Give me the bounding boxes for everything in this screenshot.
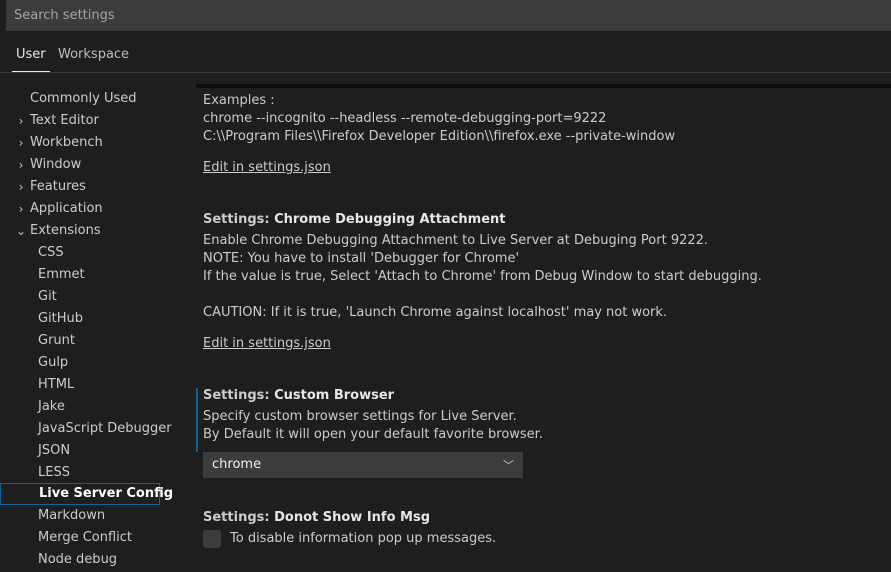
toc-item-label: Workbench xyxy=(30,135,103,150)
toc-item-gulp[interactable]: Gulp xyxy=(0,352,170,374)
toc-item-label: Git xyxy=(38,289,57,304)
setting-title: Settings: Chrome Debugging Attachment xyxy=(203,212,506,227)
toc-item-label: Window xyxy=(30,157,82,172)
toc-item-label: Jake xyxy=(38,399,65,414)
toc-item-label: LESS xyxy=(38,465,70,480)
toc-item-javascript-debugger[interactable]: JavaScript Debugger xyxy=(0,418,172,440)
toc-item-label: Grunt xyxy=(38,333,75,348)
toc-item-label: Emmet xyxy=(38,267,85,282)
toc-item-emmet[interactable]: Emmet xyxy=(0,264,170,286)
toc-item-label: Text Editor xyxy=(30,113,99,128)
checkbox-label: To disable information pop up messages. xyxy=(230,531,497,546)
chevron-right-icon: › xyxy=(18,158,24,172)
toc-item-html[interactable]: HTML xyxy=(0,374,170,396)
setting-title: Settings: Donot Show Info Msg xyxy=(203,510,430,525)
toc-item-label: Markdown xyxy=(38,508,106,523)
toc-item-application[interactable]: › Application xyxy=(0,198,170,220)
toc-item-label: Live Server Config xyxy=(39,486,174,501)
toc-item-label: GitHub xyxy=(38,311,84,326)
settings-tabs: User Workspace xyxy=(0,31,891,73)
chevron-right-icon: › xyxy=(18,180,24,194)
toc-item-markdown[interactable]: Markdown xyxy=(0,505,170,527)
focused-setting-indicator xyxy=(196,388,198,452)
setting-category: Settings: xyxy=(203,212,275,227)
toc-item-live-server-config[interactable]: Live Server Config xyxy=(0,483,173,505)
setting-name: Chrome Debugging Attachment xyxy=(274,212,506,227)
toc-item-label: HTML xyxy=(38,377,75,392)
example-text: chrome --incognito --headless --remote-d… xyxy=(203,111,607,126)
custom-browser-select[interactable]: chrome ﹀ xyxy=(203,452,523,478)
toc-item-jake[interactable]: Jake xyxy=(0,396,170,418)
toc-item-css[interactable]: CSS xyxy=(0,242,170,264)
edit-in-settings-json-link[interactable]: Edit in settings.json xyxy=(203,160,331,175)
toc-item-github[interactable]: GitHub xyxy=(0,308,170,330)
chevron-down-icon: ﹀ xyxy=(503,459,514,472)
toc-item-label: JavaScript Debugger xyxy=(38,421,172,436)
toc-item-less[interactable]: LESS xyxy=(0,462,170,484)
setting-category: Settings: xyxy=(203,388,275,403)
setting-category: Settings: xyxy=(203,510,275,525)
toc-item-label: Gulp xyxy=(38,355,69,370)
toc-item-label: Extensions xyxy=(30,223,101,238)
edit-in-settings-json-link[interactable]: Edit in settings.json xyxy=(203,336,331,351)
tab-workspace[interactable]: Workspace xyxy=(58,47,129,62)
toc-item-grunt[interactable]: Grunt xyxy=(0,330,170,352)
donot-show-info-msg-checkbox[interactable] xyxy=(203,530,221,548)
toc-item-label: Features xyxy=(30,179,86,194)
setting-description: Enable Chrome Debugging Attachment to Li… xyxy=(203,233,709,248)
tab-user[interactable]: User xyxy=(12,47,50,72)
toc-item-extensions[interactable]: ⌄ Extensions xyxy=(0,220,170,242)
example-text: C:\\Program Files\\Firefox Developer Edi… xyxy=(203,129,676,144)
examples-label: Examples : xyxy=(203,93,275,108)
select-value: chrome xyxy=(212,457,262,472)
setting-title: Settings: Custom Browser xyxy=(203,388,394,403)
chevron-right-icon: › xyxy=(18,136,24,150)
toc-item-text-editor[interactable]: › Text Editor xyxy=(0,110,170,132)
toc-item-node-debug[interactable]: Node debug xyxy=(0,549,170,571)
setting-name: Donot Show Info Msg xyxy=(274,510,431,525)
toc-item-label: CSS xyxy=(38,245,64,260)
toc-item-features[interactable]: › Features xyxy=(0,176,170,198)
settings-content: Examples : chrome --incognito --headless… xyxy=(196,88,891,572)
toc-item-json[interactable]: JSON xyxy=(0,440,170,462)
toc-item-label: Commonly Used xyxy=(30,91,137,106)
toc-item-label: Node debug xyxy=(38,552,118,567)
setting-description: If the value is true, Select 'Attach to … xyxy=(203,269,762,284)
toc-item-merge-conflict[interactable]: Merge Conflict xyxy=(0,527,170,549)
setting-description: CAUTION: If it is true, 'Launch Chrome a… xyxy=(203,305,668,320)
setting-name: Custom Browser xyxy=(274,388,395,403)
toc-item-git[interactable]: Git xyxy=(0,286,170,308)
setting-description: Specify custom browser settings for Live… xyxy=(203,409,517,424)
setting-description: NOTE: You have to install 'Debugger for … xyxy=(203,251,520,266)
toc-item-commonly-used[interactable]: Commonly Used xyxy=(0,88,170,110)
search-bar[interactable] xyxy=(6,0,891,31)
search-input[interactable] xyxy=(6,0,891,31)
setting-description: By Default it will open your default fav… xyxy=(203,427,543,442)
chevron-right-icon: › xyxy=(18,114,24,128)
chevron-down-icon: ⌄ xyxy=(16,224,27,238)
chevron-right-icon: › xyxy=(18,202,24,216)
settings-toc: Commonly Used › Text Editor › Workbench … xyxy=(0,88,173,572)
toc-item-label: JSON xyxy=(38,443,71,458)
toc-item-workbench[interactable]: › Workbench xyxy=(0,132,170,154)
toc-item-label: Merge Conflict xyxy=(38,530,133,545)
toc-item-window[interactable]: › Window xyxy=(0,154,170,176)
toc-item-label: Application xyxy=(30,201,103,216)
